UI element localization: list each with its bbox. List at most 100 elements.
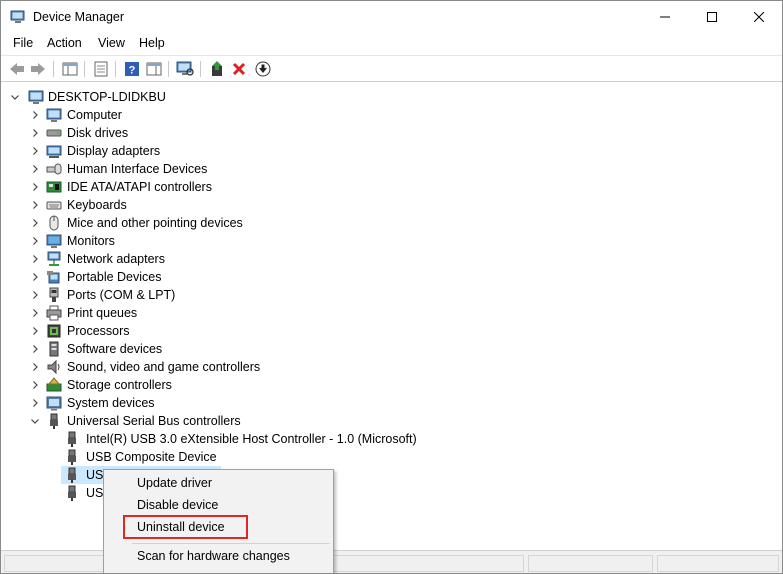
tree-category-display-adapter[interactable]: Display adapters bbox=[1, 142, 321, 160]
usb-device-row[interactable]: Intel(R) USB 3.0 eXtensible Host Control… bbox=[1, 430, 421, 448]
tree-category-port[interactable]: Ports (COM & LPT) bbox=[1, 286, 321, 304]
update-driver-button[interactable] bbox=[207, 59, 227, 79]
show-hide-console-tree-icon bbox=[62, 62, 78, 76]
tree-category-label: Portable Devices bbox=[67, 270, 162, 284]
network-adapter-icon bbox=[47, 251, 61, 266]
back-button[interactable] bbox=[7, 59, 27, 79]
context-update-driver[interactable]: Update driver bbox=[105, 472, 333, 494]
ide-controller-icon bbox=[46, 181, 62, 193]
action-pane-button[interactable] bbox=[144, 59, 164, 79]
tree-category-monitor[interactable]: Monitors bbox=[1, 232, 321, 250]
disk-drive-icon bbox=[46, 129, 62, 137]
back-icon bbox=[10, 63, 24, 75]
chevron-down-icon[interactable] bbox=[29, 412, 41, 430]
processor-icon bbox=[47, 324, 61, 338]
chevron-down-icon[interactable] bbox=[9, 88, 21, 106]
toolbar: ? bbox=[1, 55, 782, 82]
forward-button[interactable] bbox=[28, 59, 48, 79]
scan-hardware-button[interactable] bbox=[175, 59, 195, 79]
context-scan-hardware[interactable]: Scan for hardware changes bbox=[105, 545, 333, 567]
help-icon: ? bbox=[125, 62, 139, 77]
action-pane-icon bbox=[146, 62, 162, 76]
tree-category-printer[interactable]: Print queues bbox=[1, 304, 321, 322]
printer-icon bbox=[46, 305, 62, 321]
minimize-button[interactable] bbox=[642, 1, 688, 33]
menu-help[interactable]: Help bbox=[139, 36, 165, 50]
chevron-right-icon[interactable] bbox=[29, 196, 41, 214]
tree-category-usb[interactable]: Universal Serial Bus controllers bbox=[1, 412, 321, 430]
chevron-right-icon[interactable] bbox=[29, 142, 41, 160]
tree-category-mouse[interactable]: Mice and other pointing devices bbox=[1, 214, 321, 232]
chevron-right-icon[interactable] bbox=[29, 322, 41, 340]
mouse-icon bbox=[49, 215, 59, 231]
chevron-right-icon[interactable] bbox=[29, 394, 41, 412]
usb-device-label: US bbox=[86, 486, 104, 500]
usb-device-icon bbox=[68, 431, 76, 447]
uninstall-button[interactable] bbox=[229, 59, 249, 79]
context-disable-device[interactable]: Disable device bbox=[105, 494, 333, 516]
chevron-right-icon[interactable] bbox=[29, 376, 41, 394]
svg-text:?: ? bbox=[129, 65, 136, 77]
tree-category-label: Universal Serial Bus controllers bbox=[67, 414, 241, 428]
tree-category-hid[interactable]: Human Interface Devices bbox=[1, 160, 321, 178]
tree-category-storage-controller[interactable]: Storage controllers bbox=[1, 376, 321, 394]
toolbar-separator bbox=[168, 61, 169, 77]
chevron-right-icon[interactable] bbox=[29, 286, 41, 304]
chevron-right-icon[interactable] bbox=[29, 178, 41, 196]
tree-category-network-adapter[interactable]: Network adapters bbox=[1, 250, 321, 268]
show-hide-console-tree-button[interactable] bbox=[60, 59, 80, 79]
portable-device-icon bbox=[47, 271, 60, 284]
chevron-right-icon[interactable] bbox=[29, 340, 41, 358]
menu-action[interactable]: Action bbox=[47, 36, 82, 50]
display-adapter-icon bbox=[46, 145, 62, 158]
chevron-right-icon[interactable] bbox=[29, 304, 41, 322]
disable-device-button[interactable] bbox=[253, 59, 273, 79]
storage-controller-icon bbox=[46, 377, 62, 392]
chevron-right-icon[interactable] bbox=[29, 358, 41, 376]
menu-file[interactable]: File bbox=[13, 36, 33, 50]
tree-root[interactable]: DESKTOP-LDIDKBU bbox=[1, 88, 301, 106]
hid-icon bbox=[46, 163, 62, 175]
tree-category-ide-controller[interactable]: IDE ATA/ATAPI controllers bbox=[1, 178, 321, 196]
tree-category-keyboard[interactable]: Keyboards bbox=[1, 196, 321, 214]
usb-device-row[interactable]: USB Composite Device bbox=[1, 448, 421, 466]
title-bar: Device Manager bbox=[1, 1, 782, 33]
tree-category-sound[interactable]: Sound, video and game controllers bbox=[1, 358, 321, 376]
chevron-right-icon[interactable] bbox=[29, 268, 41, 286]
chevron-right-icon[interactable] bbox=[29, 232, 41, 250]
chevron-right-icon[interactable] bbox=[29, 250, 41, 268]
usb-device-label: US bbox=[86, 468, 104, 482]
tree-category-software-device[interactable]: Software devices bbox=[1, 340, 321, 358]
tree-category-label: Processors bbox=[67, 324, 130, 338]
tree-category-portable-device[interactable]: Portable Devices bbox=[1, 268, 321, 286]
toolbar-separator bbox=[200, 61, 201, 77]
tree-category-label: IDE ATA/ATAPI controllers bbox=[67, 180, 212, 194]
scan-hardware-icon bbox=[176, 61, 194, 76]
chevron-right-icon[interactable] bbox=[29, 160, 41, 178]
help-button[interactable]: ? bbox=[122, 59, 142, 79]
toolbar-separator bbox=[115, 61, 116, 77]
chevron-right-icon[interactable] bbox=[29, 124, 41, 142]
computer-root-icon bbox=[28, 90, 44, 104]
toolbar-separator bbox=[84, 61, 85, 77]
maximize-button[interactable] bbox=[689, 1, 735, 33]
menu-view[interactable]: View bbox=[98, 36, 125, 50]
tree-category-label: Sound, video and game controllers bbox=[67, 360, 261, 374]
tree-category-label: Storage controllers bbox=[67, 378, 172, 392]
tree-category-label: Disk drives bbox=[67, 126, 129, 140]
tree-category-label: Computer bbox=[67, 108, 122, 122]
tree-category-disk-drive[interactable]: Disk drives bbox=[1, 124, 321, 142]
usb-icon bbox=[50, 413, 58, 429]
tree-category-system-device[interactable]: System devices bbox=[1, 394, 321, 412]
chevron-right-icon[interactable] bbox=[29, 214, 41, 232]
status-cell bbox=[657, 555, 779, 572]
tree-category-label: System devices bbox=[67, 396, 155, 410]
toolbar-separator bbox=[53, 61, 54, 77]
tree-category-processor[interactable]: Processors bbox=[1, 322, 321, 340]
forward-icon bbox=[31, 63, 45, 75]
usb-device-icon bbox=[68, 485, 76, 501]
close-button[interactable] bbox=[736, 1, 782, 33]
tree-category-computer[interactable]: Computer bbox=[1, 106, 321, 124]
chevron-right-icon[interactable] bbox=[29, 106, 41, 124]
properties-button[interactable] bbox=[91, 59, 111, 79]
